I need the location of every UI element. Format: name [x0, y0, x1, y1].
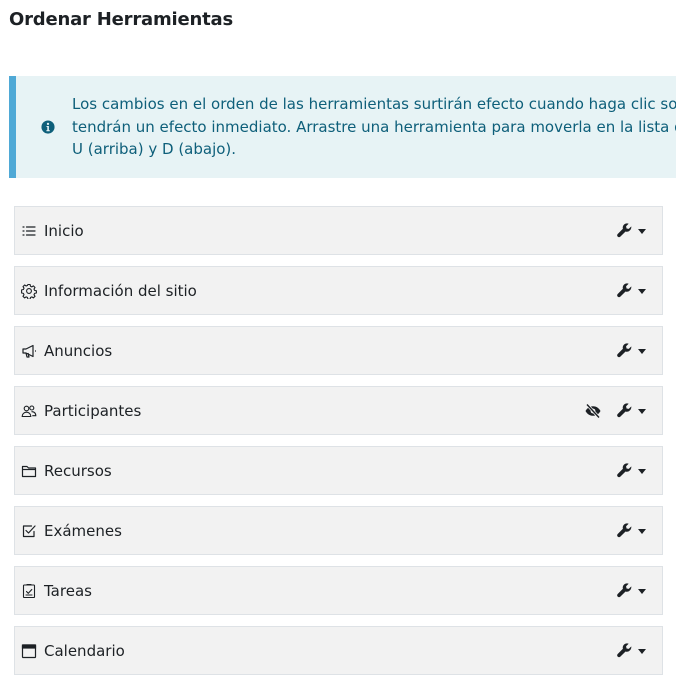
- tool-label: Participantes: [44, 402, 142, 420]
- info-alert: Los cambios en el orden de las herramien…: [9, 76, 676, 178]
- info-icon: [41, 120, 55, 134]
- info-message-line: tendrán un efecto inmediato. Arrastre un…: [72, 117, 676, 136]
- caret-down-icon: [638, 229, 646, 234]
- tool-actions-menu[interactable]: [614, 639, 652, 663]
- tool-actions-menu[interactable]: [614, 399, 652, 423]
- eye-slash-icon: [585, 403, 601, 419]
- tool-label: Tareas: [44, 582, 92, 600]
- folder-icon: [21, 465, 37, 478]
- tool-item-calendario[interactable]: Calendario: [14, 626, 663, 675]
- tool-label: Información del sitio: [44, 282, 197, 300]
- megaphone-icon: [22, 344, 36, 358]
- info-message-line: U (arriba) y D (abajo).: [72, 140, 237, 158]
- caret-down-icon: [638, 529, 646, 534]
- tool-actions-menu[interactable]: [614, 579, 652, 603]
- list-icon: [22, 226, 36, 236]
- wrench-icon: [617, 643, 632, 658]
- caret-down-icon: [638, 649, 646, 654]
- tool-item-recursos[interactable]: Recursos: [14, 446, 663, 495]
- wrench-icon: [617, 523, 632, 538]
- tool-actions-menu[interactable]: [614, 219, 652, 243]
- tool-label: Exámenes: [44, 522, 122, 540]
- tool-actions-menu[interactable]: [614, 459, 652, 483]
- caret-down-icon: [638, 289, 646, 294]
- wrench-icon: [617, 583, 632, 598]
- wrench-icon: [617, 463, 632, 478]
- wrench-icon: [617, 283, 632, 298]
- caret-down-icon: [638, 349, 646, 354]
- clipboard-check-icon: [22, 583, 36, 599]
- tool-item-inicio[interactable]: Inicio: [14, 206, 663, 255]
- caret-down-icon: [638, 409, 646, 414]
- info-message-line: Los cambios en el orden de las herramien…: [72, 95, 676, 113]
- tool-item-examenes[interactable]: Exámenes: [14, 506, 663, 555]
- tool-item-participantes[interactable]: Participantes: [14, 386, 663, 435]
- users-icon: [21, 405, 37, 418]
- tool-actions-menu[interactable]: [614, 339, 652, 363]
- tool-actions-menu[interactable]: [614, 279, 652, 303]
- tool-item-anuncios[interactable]: Anuncios: [14, 326, 663, 375]
- caret-down-icon: [638, 589, 646, 594]
- gear-icon: [21, 283, 37, 299]
- checkbox-icon: [22, 525, 36, 538]
- tools-list: Inicio Información del sitio Anuncios Pa…: [14, 206, 663, 686]
- info-message: Los cambios en el orden de las herramien…: [72, 93, 676, 161]
- tool-label: Anuncios: [44, 342, 113, 360]
- tool-label: Inicio: [44, 222, 84, 240]
- wrench-icon: [617, 403, 632, 418]
- wrench-icon: [617, 223, 632, 238]
- wrench-icon: [617, 343, 632, 358]
- tool-label: Recursos: [44, 462, 112, 480]
- tool-item-informacion-del-sitio[interactable]: Información del sitio: [14, 266, 663, 315]
- tool-item-tareas[interactable]: Tareas: [14, 566, 663, 615]
- caret-down-icon: [638, 469, 646, 474]
- tool-actions-menu[interactable]: [614, 519, 652, 543]
- page-title: Ordenar Herramientas: [9, 9, 233, 30]
- calendar-icon: [21, 644, 37, 659]
- tool-label: Calendario: [44, 642, 125, 660]
